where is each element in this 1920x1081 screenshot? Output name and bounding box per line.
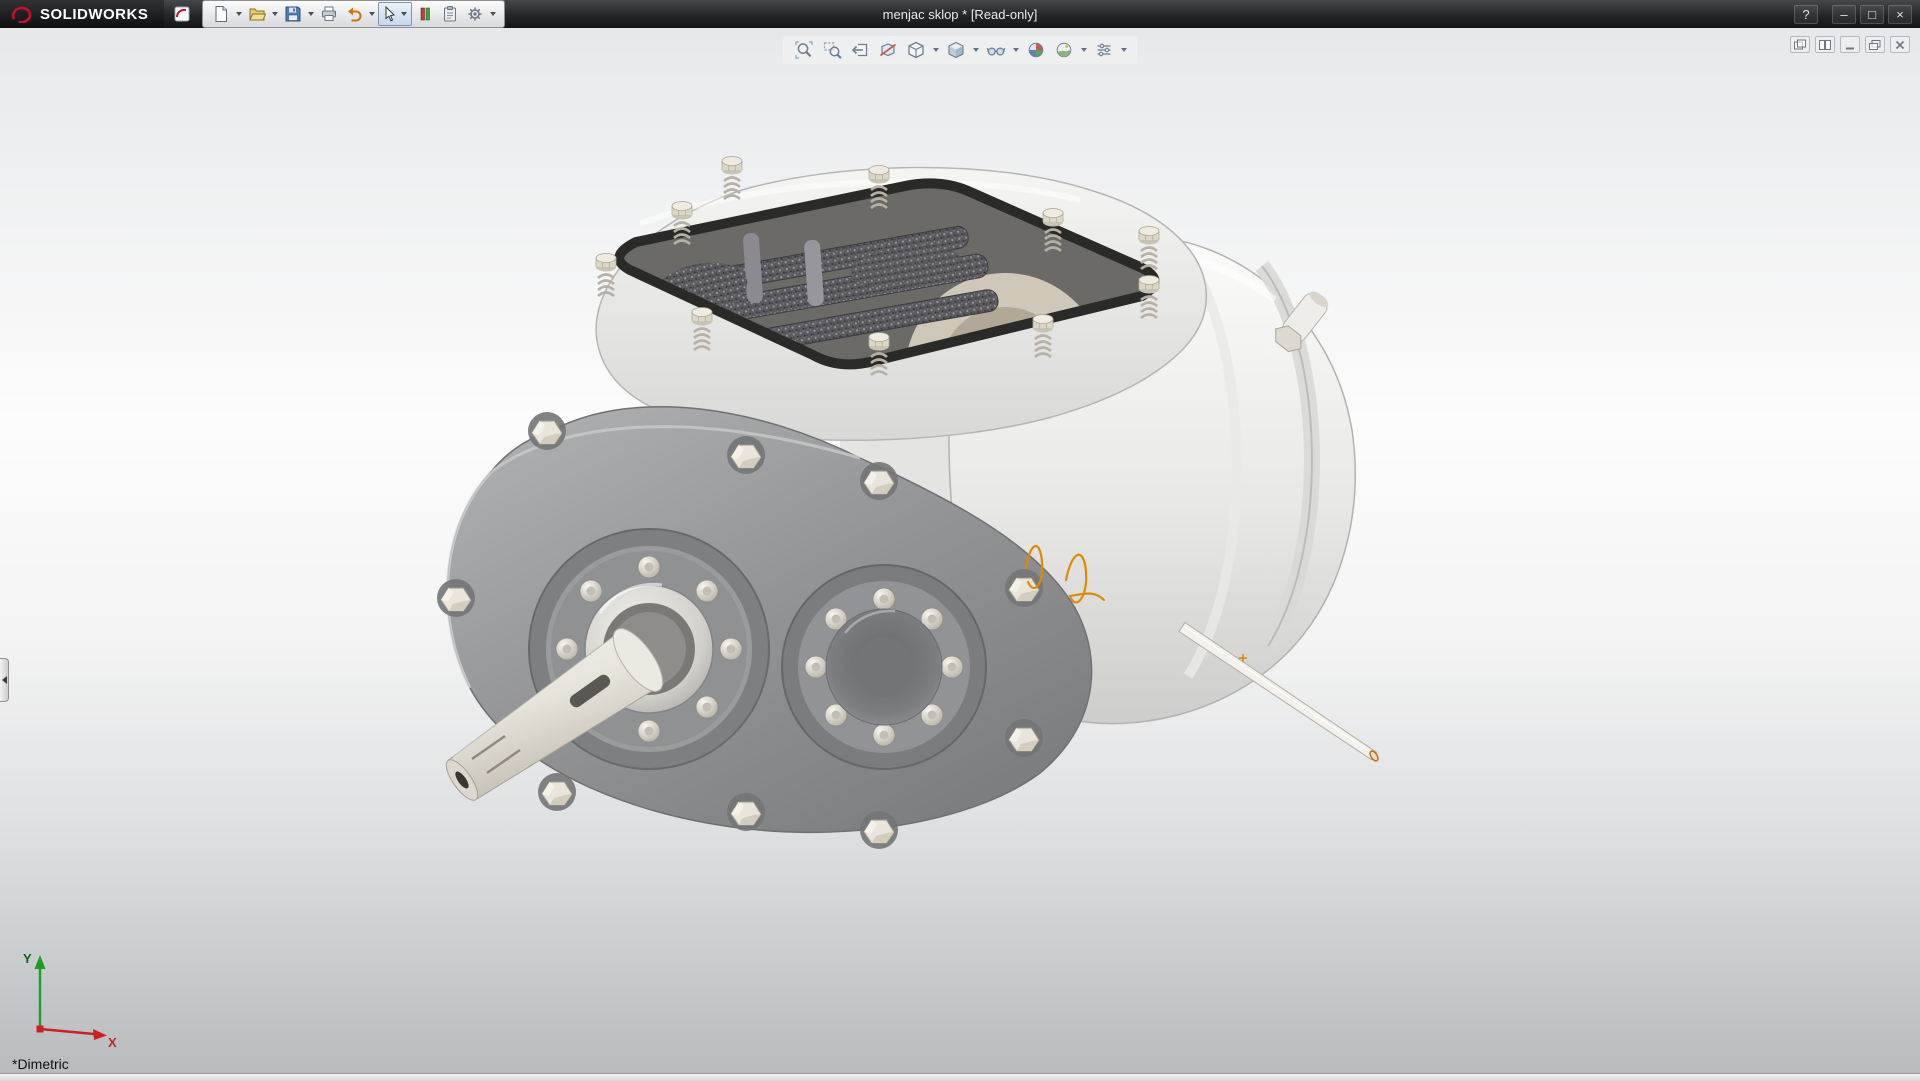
previous-view-icon [850,40,870,60]
minimize-button[interactable]: – [1832,5,1856,24]
save-dropdown[interactable] [308,12,314,16]
open-document-dropdown[interactable] [272,12,278,16]
view-settings-icon [1094,40,1114,60]
new-document-dropdown[interactable] [236,12,242,16]
minimize-document-button[interactable] [1840,36,1860,53]
select-tool-dropdown[interactable] [401,12,407,16]
options-gear-icon [466,5,484,23]
quick-access-toolbar [202,0,505,28]
selection-toggle-icon [416,5,434,23]
previous-view-button[interactable] [847,38,873,62]
zoom-to-area-button[interactable] [819,38,845,62]
section-view-button[interactable] [875,38,901,62]
new-document-icon [212,5,230,23]
app-icon [174,6,190,22]
graphics-viewport[interactable]: Y X *Dimetric [0,28,1920,1073]
window-controls: ? – □ × [1794,5,1920,24]
new-document-button[interactable] [209,3,233,25]
triad-y-label: Y [23,951,32,966]
cascade-windows-button[interactable] [1815,36,1835,53]
hide-show-items-button[interactable] [983,38,1009,62]
selection-toggle-button[interactable] [413,3,437,25]
undo-icon [345,5,363,23]
ds-logo-icon [10,5,34,23]
help-button[interactable]: ? [1794,5,1818,24]
view-settings-button[interactable] [1091,38,1117,62]
view-orientation-dropdown[interactable] [933,48,939,52]
feature-manager-collapse-tab[interactable] [0,658,9,702]
options-dropdown[interactable] [490,12,496,16]
display-style-icon [946,40,966,60]
edit-appearance-button[interactable] [1023,38,1049,62]
print-icon [320,5,338,23]
heads-up-toolbar [783,36,1137,64]
copy-settings-button[interactable] [438,3,462,25]
zoom-to-fit-button[interactable] [791,38,817,62]
options-button[interactable] [463,3,487,25]
model-canvas[interactable] [0,28,1920,1073]
document-window-controls [1790,36,1910,53]
save-button[interactable] [281,3,305,25]
save-icon [284,5,302,23]
undo-button[interactable] [342,3,366,25]
restore-document-button[interactable] [1865,36,1885,53]
front-flange-right[interactable] [782,565,986,769]
minimize-document-icon [1843,39,1857,51]
apply-scene-icon [1054,40,1074,60]
close-button[interactable]: × [1888,5,1912,24]
triad-x-label: X [108,1035,117,1050]
view-orientation-cube-icon [906,40,926,60]
orientation-triad[interactable]: Y X [10,941,120,1051]
clipboard-icon [441,5,459,23]
apply-scene-button[interactable] [1051,38,1077,62]
display-style-button[interactable] [943,38,969,62]
apply-scene-dropdown[interactable] [1081,48,1087,52]
hide-show-glasses-icon [986,40,1006,60]
undo-dropdown[interactable] [369,12,375,16]
open-folder-icon [248,5,266,23]
maximize-button[interactable]: □ [1860,5,1884,24]
new-window-icon [1793,39,1807,51]
close-document-icon [1893,39,1907,51]
view-orientation-button[interactable] [903,38,929,62]
zoom-to-area-icon [822,40,842,60]
brand-text: SOLIDWORKS [40,6,148,23]
edit-appearance-ball-icon [1026,40,1046,60]
open-document-button[interactable] [245,3,269,25]
display-style-dropdown[interactable] [973,48,979,52]
hide-show-items-dropdown[interactable] [1013,48,1019,52]
select-tool-active[interactable] [378,2,412,26]
zoom-to-fit-icon [794,40,814,60]
new-window-button[interactable] [1790,36,1810,53]
view-orientation-label: *Dimetric [12,1056,69,1072]
close-document-button[interactable] [1890,36,1910,53]
cascade-windows-icon [1818,39,1832,51]
solidworks-logo: SOLIDWORKS [0,0,164,28]
restore-document-icon [1868,39,1882,51]
section-view-icon [878,40,898,60]
title-bar: SOLIDWORKS [0,0,1920,28]
print-button[interactable] [317,3,341,25]
select-cursor-icon [381,5,399,23]
view-settings-dropdown[interactable] [1121,48,1127,52]
